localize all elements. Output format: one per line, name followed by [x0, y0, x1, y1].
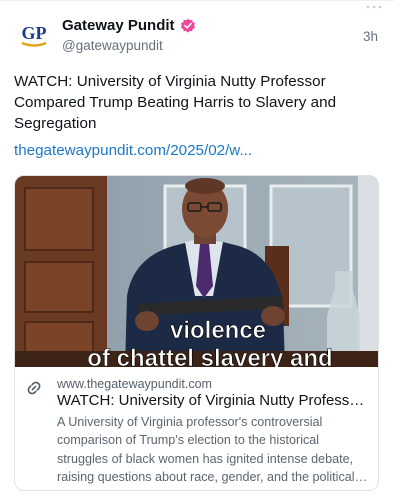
link-preview-thumbnail[interactable]: violence of chattel slavery and [15, 176, 378, 367]
video-caption-line2: of chattel slavery and [87, 345, 332, 367]
link-description: A University of Virginia professor's con… [57, 415, 355, 485]
post-text: WATCH: University of Virginia Nutty Prof… [14, 73, 337, 132]
author-handle[interactable]: @gatewaypundit [62, 38, 163, 53]
avatar-text: GP [22, 23, 47, 43]
link-domain: www.thegatewaypundit.com [57, 377, 212, 391]
more-options-icon[interactable] [364, 5, 384, 15]
video-caption-line1: violence [170, 317, 266, 344]
link-title[interactable]: WATCH: University of Virginia Nutty Prof… [57, 392, 369, 409]
timestamp[interactable]: 3h [363, 29, 378, 44]
link-preview-card[interactable]: violence of chattel slavery and www.theg… [14, 175, 379, 491]
post-link[interactable]: thegatewaypundit.com/2025/02/w... [14, 142, 252, 159]
post-card[interactable]: GP Gateway Pundit @gatewaypundit 3h WATC… [0, 0, 394, 500]
verified-badge-icon [180, 18, 195, 33]
avatar[interactable]: GP [14, 15, 54, 55]
link-icon [27, 381, 41, 395]
gateway-pundit-logo: GP [14, 15, 54, 55]
author-name[interactable]: Gateway Pundit [62, 17, 175, 34]
author-header: Gateway Pundit [62, 17, 196, 34]
